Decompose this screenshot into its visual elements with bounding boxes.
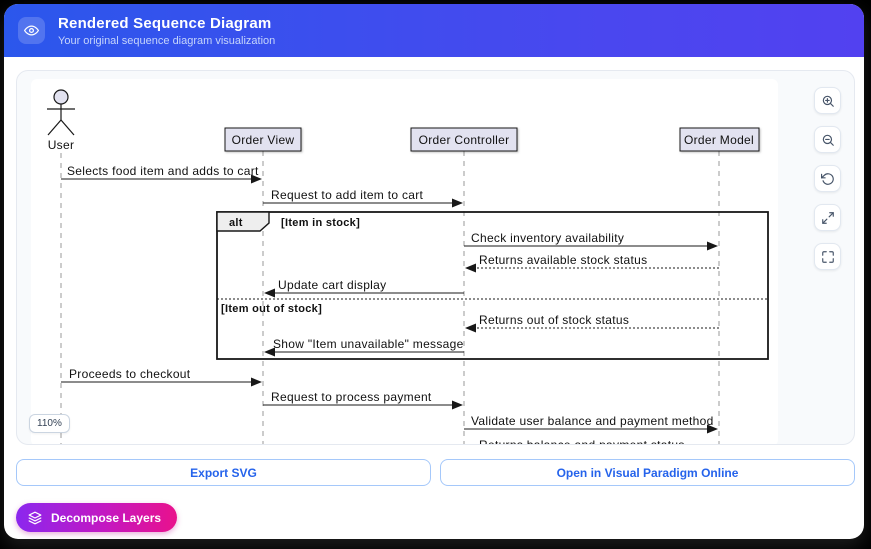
- rotate-ccw-icon: [821, 172, 835, 186]
- message-validate-balance: Validate user balance and payment method: [464, 414, 718, 434]
- message-proceeds-to-checkout: Proceeds to checkout: [61, 367, 262, 387]
- guard-item-out-of-stock: [Item out of stock]: [221, 303, 322, 315]
- message-returns-out-of-stock: Returns out of stock status: [465, 313, 719, 333]
- svg-text:Request to add item to cart: Request to add item to cart: [271, 188, 424, 202]
- sequence-diagram-svg: User Order View Order Controller: [31, 79, 778, 445]
- zoom-out-button[interactable]: [814, 126, 841, 153]
- svg-text:Returns balance and payment st: Returns balance and payment status: [479, 438, 685, 445]
- message-update-cart-display: Update cart display: [264, 278, 464, 298]
- guard-item-in-stock: [Item in stock]: [281, 217, 360, 229]
- diagram-canvas[interactable]: User Order View Order Controller: [31, 79, 778, 445]
- zoom-out-icon: [821, 133, 835, 147]
- export-svg-button[interactable]: Export SVG: [16, 459, 431, 486]
- diagram-panel: User Order View Order Controller: [16, 70, 855, 445]
- message-selects-food-item: Selects food item and adds to cart: [61, 164, 262, 184]
- alt-operator-label: alt: [229, 217, 243, 229]
- maximize-icon: [821, 211, 835, 225]
- actor-user-label: User: [48, 138, 75, 152]
- zoom-controls: [814, 87, 841, 270]
- eye-icon: [24, 23, 39, 38]
- participant-order-model-label: Order Model: [684, 133, 754, 147]
- svg-text:Request to process payment: Request to process payment: [271, 390, 432, 404]
- eye-icon-container: [18, 17, 45, 44]
- decompose-layers-button[interactable]: Decompose Layers: [16, 503, 177, 532]
- svg-text:Returns out of stock status: Returns out of stock status: [479, 313, 629, 327]
- zoom-in-button[interactable]: [814, 87, 841, 114]
- svg-text:Show "Item unavailable" messag: Show "Item unavailable" message: [273, 337, 464, 351]
- svg-text:Selects food item and adds to: Selects food item and adds to cart: [67, 164, 259, 178]
- message-returns-available-stock: Returns available stock status: [465, 253, 719, 273]
- page-subtitle: Your original sequence diagram visualiza…: [58, 35, 275, 47]
- header-text: Rendered Sequence Diagram Your original …: [58, 15, 275, 47]
- message-request-add-item: Request to add item to cart: [263, 188, 463, 208]
- header: Rendered Sequence Diagram Your original …: [4, 4, 864, 57]
- zoom-level-badge: 110%: [29, 414, 70, 433]
- reset-view-button[interactable]: [814, 165, 841, 192]
- message-returns-balance-status: Returns balance and payment status: [479, 438, 685, 445]
- participant-order-controller[interactable]: Order Controller: [411, 128, 517, 151]
- participant-order-model[interactable]: Order Model: [680, 128, 759, 151]
- layers-icon: [28, 511, 42, 525]
- open-visual-paradigm-button[interactable]: Open in Visual Paradigm Online: [440, 459, 855, 486]
- svg-text:Returns available stock status: Returns available stock status: [479, 253, 647, 267]
- scan-corners-icon: [821, 250, 835, 264]
- actions-row: Export SVG Open in Visual Paradigm Onlin…: [16, 459, 855, 486]
- message-check-inventory: Check inventory availability: [464, 231, 718, 251]
- participant-order-view[interactable]: Order View: [225, 128, 301, 151]
- svg-text:Update cart display: Update cart display: [278, 278, 386, 292]
- app-window: Rendered Sequence Diagram Your original …: [4, 4, 864, 539]
- svg-text:Validate user balance and paym: Validate user balance and payment method: [471, 414, 714, 428]
- fit-to-screen-button[interactable]: [814, 243, 841, 270]
- participant-order-controller-label: Order Controller: [419, 133, 510, 147]
- zoom-in-icon: [821, 94, 835, 108]
- actor-user[interactable]: User: [47, 90, 75, 152]
- page-title: Rendered Sequence Diagram: [58, 15, 275, 32]
- svg-text:Check inventory availability: Check inventory availability: [471, 231, 624, 245]
- expand-button[interactable]: [814, 204, 841, 231]
- decompose-layers-label: Decompose Layers: [51, 511, 161, 525]
- svg-text:Proceeds to checkout: Proceeds to checkout: [69, 367, 191, 381]
- message-show-unavailable: Show "Item unavailable" message: [264, 337, 464, 357]
- participant-order-view-label: Order View: [232, 133, 295, 147]
- message-request-process-payment: Request to process payment: [263, 390, 463, 410]
